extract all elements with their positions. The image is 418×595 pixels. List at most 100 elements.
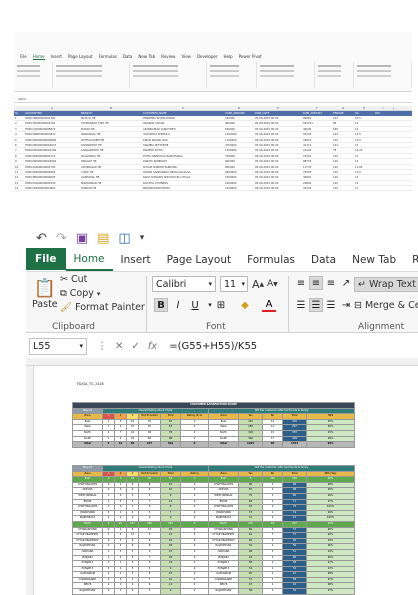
table-cell[interactable]: 38 <box>238 588 263 595</box>
top-table-cell[interactable]: 13 <box>14 181 24 185</box>
top-table-cell[interactable]: 14 <box>14 186 24 190</box>
top-table-cell[interactable]: 05-09-2023 00:00 <box>254 127 302 131</box>
top-table-cell[interactable]: 05-09-2023 00:00 <box>254 121 302 125</box>
top-table-cell[interactable]: ALTONAGAR HE <box>80 165 142 169</box>
table-cell[interactable]: 96% <box>305 441 356 448</box>
top-table-cell[interactable]: 89681 <box>302 116 332 120</box>
top-table-cell[interactable]: 7 <box>14 148 24 152</box>
top-column-header[interactable]: G <box>332 106 354 110</box>
top-table-cell[interactable]: NALGONDA HE <box>80 154 142 158</box>
top-table-cell[interactable]: 13 <box>354 159 374 163</box>
table-cell[interactable]: UTTAR PRADESH1 <box>208 532 239 539</box>
top-column-header[interactable]: F <box>302 106 332 110</box>
top-tab-formulas[interactable]: Formulas <box>99 54 117 60</box>
top-table-cell[interactable]: 14.5 <box>354 132 374 136</box>
top-table-cell[interactable]: H05U7P000000004763 <box>24 121 80 125</box>
table-cell[interactable]: 3 <box>126 588 139 595</box>
format-painter-button[interactable]: 🖌 Format Painter <box>60 302 145 313</box>
top-table-cell[interactable]: 144 <box>332 116 354 120</box>
table-cell[interactable]: 97% <box>306 588 355 595</box>
top-table-cell[interactable]: 12 <box>354 143 374 147</box>
top-table-cell[interactable]: YUDAI HE <box>80 170 142 174</box>
open-folder-icon[interactable]: ▤ <box>97 231 109 246</box>
top-table-cell[interactable]: SANGAREDDY HE <box>80 148 142 152</box>
top-table-cell[interactable]: 13.25 <box>354 148 374 152</box>
top-table-cell[interactable]: 13 <box>354 181 374 185</box>
top-table-cell[interactable]: 1100000 <box>224 138 254 142</box>
top-table-cell[interactable]: 1500000 <box>224 148 254 152</box>
top-table-cell[interactable]: TANDUR HE <box>80 186 142 190</box>
table-cell[interactable]: 60 <box>262 441 283 448</box>
customize-qat-icon[interactable]: ▾ <box>140 233 145 243</box>
top-tab-help[interactable]: Help <box>224 54 233 60</box>
top-table-cell[interactable]: KAVITHA CHITNESA <box>142 181 224 185</box>
indent-icon[interactable]: ⇥ <box>339 298 353 312</box>
redo-icon[interactable]: ↷ <box>56 231 67 246</box>
top-tab-new-tab[interactable]: New Tab <box>138 54 155 60</box>
top-table-cell[interactable]: KANCHI RAMESAM <box>142 159 224 163</box>
top-tab-insert[interactable]: Insert <box>51 54 62 60</box>
cut-button[interactable]: ✂ Cut <box>60 274 87 285</box>
top-table-cell[interactable]: 144 <box>332 132 354 136</box>
top-table-cell[interactable]: 12 <box>14 175 24 179</box>
top-tab-view[interactable]: View <box>181 54 191 60</box>
top-tab-page-layout[interactable]: Page Layout <box>68 54 93 60</box>
top-table-cell[interactable]: 5 <box>14 138 24 142</box>
decrease-font-button[interactable]: A ▼ <box>267 279 278 289</box>
top-column-header[interactable]: D <box>224 106 254 110</box>
top-name-box[interactable]: AB20 <box>18 97 26 101</box>
top-table-cell[interactable]: H05U2Z000000004712 <box>24 154 80 158</box>
save-icon[interactable]: ▣ <box>76 231 88 246</box>
top-table-cell[interactable]: 78 <box>332 148 354 152</box>
column-header[interactable]: Not Provided <box>138 413 161 420</box>
table-cell[interactable]: UTTAR PRADESH2 <box>72 537 103 545</box>
top-table-cell[interactable]: 05-09-2023 00:00 <box>254 165 302 169</box>
top-table-cell[interactable]: WARANGAL HE <box>80 132 142 136</box>
merge-center-button[interactable]: ⊟ Merge & Center <box>354 300 418 311</box>
top-table-cell[interactable]: 1000000 <box>224 181 254 185</box>
align-left-icon[interactable]: ☰ <box>294 298 308 312</box>
top-table-cell[interactable]: 34823 <box>302 138 332 142</box>
top-table-cell[interactable]: 6 <box>14 143 24 147</box>
italic-button[interactable]: I <box>171 298 185 312</box>
top-table-cell[interactable]: 22142 <box>302 148 332 152</box>
top-table-cell[interactable]: 13 <box>354 186 374 190</box>
top-tab-power-pivot[interactable]: Power Pivot <box>239 54 262 60</box>
top-column-header[interactable]: J <box>392 106 395 110</box>
font-name-select[interactable]: Calibri ▾ <box>152 276 216 292</box>
top-table-cell[interactable]: 10.5 <box>354 116 374 120</box>
top-table-cell[interactable]: MOHINUDDIN MOHD <box>142 186 224 190</box>
top-table-cell[interactable]: 3 <box>14 127 24 131</box>
top-tab-review[interactable]: Review <box>161 54 175 60</box>
top-table-cell[interactable]: 10 <box>14 165 24 169</box>
table-cell[interactable]: 1354 <box>282 441 307 448</box>
increase-font-button[interactable]: A ▲ <box>252 278 264 291</box>
top-table-cell[interactable]: H05U2W000000004169 <box>24 148 80 152</box>
top-table-cell[interactable]: 594751 <box>302 121 332 125</box>
top-table-cell[interactable]: 05-09-2023 00:00 <box>254 181 302 185</box>
column-header[interactable]: Not Provided <box>138 470 161 478</box>
print-preview-icon[interactable]: ◫ <box>118 231 130 246</box>
bold-button[interactable]: B <box>154 298 168 312</box>
top-table-cell[interactable]: KIRAN KUMAR JAGU <box>142 138 224 142</box>
copy-dropdown-icon[interactable]: ▾ <box>97 290 101 298</box>
top-column-header[interactable]: B <box>80 106 142 110</box>
font-size-select[interactable]: 11 ▾ <box>220 276 248 292</box>
top-table-cell[interactable]: PUTTA SRINIVASA RAMCHARLA <box>142 154 224 158</box>
formula-input[interactable]: =(G55+H55)/K55 <box>169 341 257 352</box>
table-cell[interactable]: 0 <box>102 588 115 595</box>
top-table-cell[interactable]: 23441 <box>302 154 332 158</box>
top-table-cell[interactable]: H05U1V000000008872 <box>24 127 80 131</box>
top-table-cell[interactable]: 05-09-2023 00:00 <box>254 138 302 142</box>
tab-review[interactable]: Review <box>404 249 418 270</box>
table-cell[interactable]: 0 <box>180 588 209 595</box>
top-table-cell[interactable]: 41713 <box>302 143 332 147</box>
top-table-cell[interactable]: RAMESH KOTTU <box>142 148 224 152</box>
cancel-icon[interactable]: ✕ <box>115 341 123 352</box>
top-table-cell[interactable]: 1500000 <box>224 175 254 179</box>
top-table-cell[interactable]: KODAD HE <box>80 127 142 131</box>
table-cell[interactable]: 1294 <box>238 441 263 448</box>
wrap-text-button[interactable]: ↵ Wrap Text <box>354 277 418 292</box>
top-table-cell[interactable]: H05U2W000000004694 <box>24 159 80 163</box>
top-table-cell[interactable]: H05U3A000000004785 <box>24 165 80 169</box>
